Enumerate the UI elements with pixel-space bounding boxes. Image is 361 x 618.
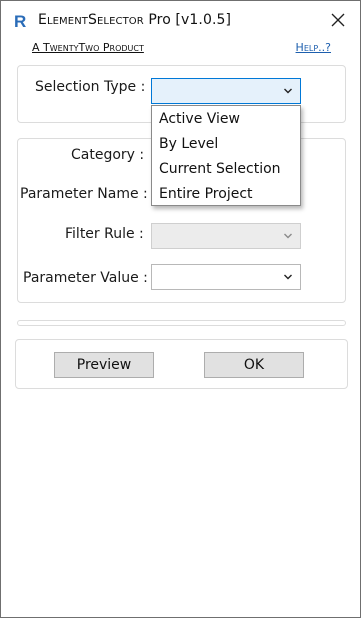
svg-text:R: R (14, 12, 26, 30)
parameter-value-combo[interactable] (151, 264, 301, 290)
element-selector-window: R ElementSelector Pro [v1.0.5] A TwentyT… (0, 0, 361, 618)
collapsed-group (17, 320, 346, 326)
selection-type-label: Selection Type : (35, 79, 146, 95)
preview-button[interactable]: Preview (54, 352, 154, 378)
ok-button[interactable]: OK (204, 352, 304, 378)
option-entire-project[interactable]: Entire Project (152, 182, 300, 206)
option-by-level[interactable]: By Level (152, 132, 300, 156)
revit-logo-icon: R (12, 11, 30, 30)
chevron-down-icon (284, 274, 292, 280)
title-bar: R ElementSelector Pro [v1.0.5] (1, 1, 360, 39)
selection-type-dropdown: Active View By Level Current Selection E… (151, 105, 301, 206)
window-title: ElementSelector Pro [v1.0.5] (38, 12, 232, 28)
product-link[interactable]: A TwentyTwo Product (32, 41, 144, 54)
filter-rule-combo[interactable] (151, 223, 301, 249)
category-label: Category : (71, 147, 145, 163)
selection-type-combo[interactable] (151, 78, 301, 104)
close-icon[interactable] (328, 10, 348, 30)
filter-rule-label: Filter Rule : (65, 226, 144, 242)
chevron-down-icon (284, 88, 292, 94)
option-active-view[interactable]: Active View (152, 107, 300, 131)
help-link[interactable]: Help..? (296, 41, 331, 54)
option-current-selection[interactable]: Current Selection (152, 157, 300, 181)
parameter-value-label: Parameter Value : (23, 270, 148, 286)
chevron-down-icon (284, 233, 292, 239)
parameter-name-label: Parameter Name : (20, 186, 148, 202)
